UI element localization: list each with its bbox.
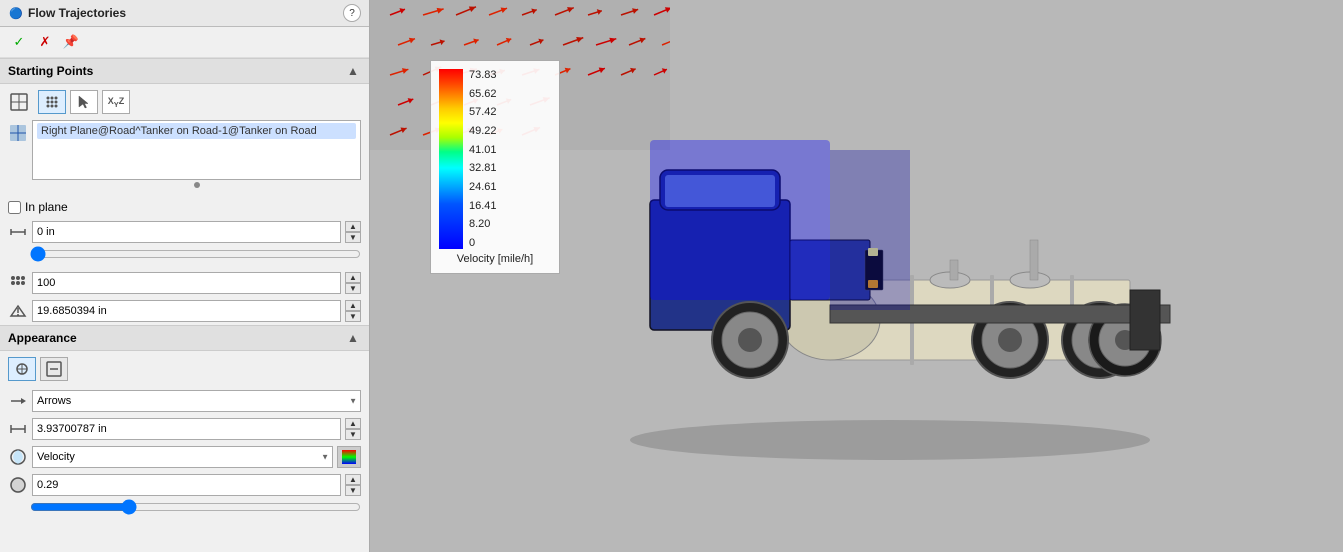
result-row: 19.6850394 in ▲ ▼ [0, 297, 369, 325]
size-down[interactable]: ▼ [345, 429, 361, 440]
colorby-icon [8, 448, 28, 466]
result-input[interactable]: 19.6850394 in [32, 300, 341, 322]
distance-input[interactable]: 0 in [32, 221, 341, 243]
legend-labels: 73.83 65.62 57.42 49.22 41.01 32.81 24.6… [469, 69, 497, 249]
legend-box: 73.83 65.62 57.42 49.22 41.01 32.81 24.6… [430, 60, 560, 274]
viewport: 73.83 65.62 57.42 49.22 41.01 32.81 24.6… [370, 0, 1343, 552]
distance-up[interactable]: ▲ [345, 221, 361, 232]
count-input[interactable]: 100 [32, 272, 341, 294]
appearance-collapse[interactable]: ▲ [345, 330, 361, 346]
legend-val-1: 65.62 [469, 88, 497, 100]
starting-points-header: Starting Points ▲ [0, 58, 369, 84]
appearance-label: Appearance [8, 331, 77, 345]
legend-val-2: 57.42 [469, 106, 497, 118]
cancel-button[interactable]: ✗ [34, 31, 56, 53]
list-area: Right Plane@Road^Tanker on Road-1@Tanker… [8, 120, 361, 190]
result-up[interactable]: ▲ [345, 300, 361, 311]
result-down[interactable]: ▼ [345, 311, 361, 322]
size-spinner[interactable]: ▲ ▼ [345, 418, 361, 440]
list-item[interactable]: Right Plane@Road^Tanker on Road-1@Tanker… [37, 123, 356, 139]
opacity-up[interactable]: ▲ [345, 474, 361, 485]
arrows-select[interactable]: Arrows Lines Spheres [32, 390, 361, 412]
colorby-row: Velocity Pressure Temperature [0, 443, 369, 471]
window-icon: 🔵 [8, 5, 24, 21]
legend-val-4: 41.01 [469, 144, 497, 156]
result-icon [8, 302, 28, 320]
arrows-row: Arrows Lines Spheres [0, 387, 369, 415]
confirm-button[interactable]: ✓ [8, 31, 30, 53]
inplane-label: In plane [25, 200, 68, 214]
inplane-checkbox-row: In plane [0, 196, 369, 218]
legend-val-7: 16.41 [469, 200, 497, 212]
count-down[interactable]: ▼ [345, 283, 361, 294]
opacity-slider[interactable] [30, 499, 361, 515]
appearance-icon2[interactable] [40, 357, 68, 381]
distance-slider-row [0, 246, 369, 269]
starting-points-icons: XYZ [8, 90, 361, 114]
window-title: Flow Trajectories [28, 6, 126, 20]
truck-model [570, 50, 1220, 480]
starting-points-list[interactable]: Right Plane@Road^Tanker on Road-1@Tanker… [32, 120, 361, 180]
arrows-icon [8, 392, 28, 410]
appearance-icons [0, 351, 369, 387]
count-spinner[interactable]: ▲ ▼ [345, 272, 361, 294]
distance-spinner[interactable]: ▲ ▼ [345, 221, 361, 243]
size-up[interactable]: ▲ [345, 418, 361, 429]
starting-points-label: Starting Points [8, 64, 93, 78]
toolbar: ✓ ✗ 📌 [0, 27, 369, 58]
size-input[interactable]: 3.93700787 in [32, 418, 341, 440]
plane-icon [8, 91, 30, 113]
help-button[interactable]: ? [343, 4, 361, 22]
colorby-select-wrapper: Velocity Pressure Temperature [32, 446, 333, 468]
inplane-checkbox[interactable] [8, 201, 21, 214]
legend-content: 73.83 65.62 57.42 49.22 41.01 32.81 24.6… [439, 69, 551, 249]
starting-points-content: XYZ Right Plane@Road^Tanker on Road-1@Ta… [0, 84, 369, 196]
legend-val-5: 32.81 [469, 162, 497, 174]
arrows-select-wrapper: Arrows Lines Spheres [32, 390, 361, 412]
distance-down[interactable]: ▼ [345, 232, 361, 243]
color-swatch[interactable] [337, 446, 361, 468]
legend-val-9: 0 [469, 237, 497, 249]
colorby-select[interactable]: Velocity Pressure Temperature [32, 446, 333, 468]
grid-points-button[interactable] [38, 90, 66, 114]
size-icon [8, 420, 28, 438]
list-plane-icon [9, 124, 27, 142]
left-panel: 🔵 Flow Trajectories ? ✓ ✗ 📌 Starting Poi… [0, 0, 370, 552]
legend-val-3: 49.22 [469, 125, 497, 137]
legend-title: Velocity [mile/h] [439, 253, 551, 265]
legend-val-0: 73.83 [469, 69, 497, 81]
select-points-button[interactable] [70, 90, 98, 114]
legend-val-8: 8.20 [469, 218, 497, 230]
title-bar: 🔵 Flow Trajectories ? [0, 0, 369, 27]
opacity-down[interactable]: ▼ [345, 485, 361, 496]
count-icon [8, 274, 28, 292]
opacity-icon [8, 476, 28, 494]
opacity-input[interactable]: 0.29 [32, 474, 341, 496]
result-spinner[interactable]: ▲ ▼ [345, 300, 361, 322]
starting-points-collapse[interactable]: ▲ [345, 63, 361, 79]
distance-slider[interactable] [30, 246, 361, 262]
opacity-row: 0.29 ▲ ▼ [0, 471, 369, 499]
distance-icon [8, 223, 28, 241]
count-row: 100 ▲ ▼ [0, 269, 369, 297]
legend-val-6: 24.61 [469, 181, 497, 193]
xyz-button[interactable]: XYZ [102, 90, 130, 114]
appearance-icon1[interactable] [8, 357, 36, 381]
pin-button[interactable]: 📌 [60, 31, 82, 53]
size-row: 3.93700787 in ▲ ▼ [0, 415, 369, 443]
appearance-header: Appearance ▲ [0, 325, 369, 351]
count-up[interactable]: ▲ [345, 272, 361, 283]
distance-row: 0 in ▲ ▼ [0, 218, 369, 246]
opacity-slider-row [0, 499, 369, 522]
legend-gradient [439, 69, 463, 249]
opacity-spinner[interactable]: ▲ ▼ [345, 474, 361, 496]
